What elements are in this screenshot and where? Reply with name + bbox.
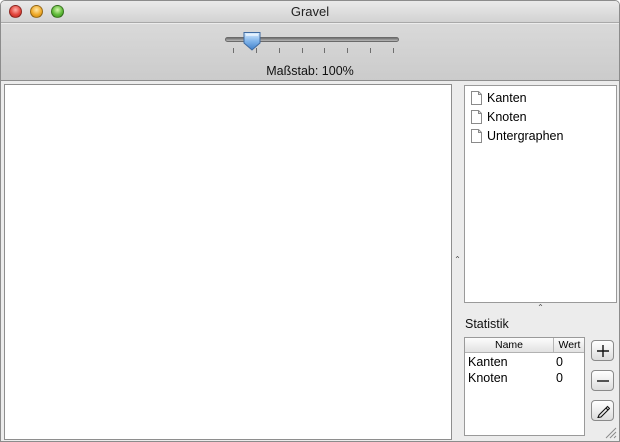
outline-item-label: Kanten	[487, 91, 527, 105]
stats-table: Name Wert Kanten 0 Knoten 0	[464, 337, 585, 436]
main-window: Gravel Maßstab: 100% ⌃ Kanten Knoten Unt…	[0, 0, 620, 442]
splitter-grip-icon: ⌃	[537, 303, 544, 312]
slider-tick	[393, 48, 394, 53]
table-header: Name Wert	[465, 338, 584, 353]
document-icon	[471, 110, 482, 124]
horizontal-splitter[interactable]: ⌃	[464, 303, 617, 313]
slider-tick	[370, 48, 372, 53]
outline-list: Kanten Knoten Untergraphen	[464, 85, 617, 303]
row-name: Kanten	[468, 355, 508, 369]
slider-tick	[278, 48, 280, 53]
window-title: Gravel	[290, 4, 330, 19]
minus-icon	[596, 380, 609, 382]
document-icon	[471, 91, 482, 105]
outline-item-label: Untergraphen	[487, 129, 564, 143]
toolbar: Maßstab: 100%	[1, 24, 619, 81]
column-header-name[interactable]: Name	[465, 338, 554, 352]
scale-slider-knob[interactable]	[242, 31, 262, 51]
resize-grip-icon[interactable]	[605, 427, 617, 439]
outline-item-knoten[interactable]: Knoten	[471, 109, 527, 126]
outline-item-kanten[interactable]: Kanten	[471, 90, 527, 107]
splitter-grip-icon: ⌃	[454, 255, 461, 264]
plus-icon	[596, 345, 609, 357]
outline-item-label: Knoten	[487, 110, 527, 124]
title-bar[interactable]: Gravel	[1, 1, 619, 23]
remove-button[interactable]	[591, 370, 614, 391]
column-header-wert[interactable]: Wert	[555, 338, 584, 352]
table-row[interactable]: Knoten 0	[465, 370, 584, 386]
row-value: 0	[556, 355, 563, 369]
pencil-icon	[596, 405, 610, 418]
row-name: Knoten	[468, 371, 508, 385]
add-button[interactable]	[591, 340, 614, 361]
scale-label: Maßstab: 100%	[266, 64, 354, 78]
outline-item-untergraphen[interactable]: Untergraphen	[471, 128, 563, 145]
slider-tick	[347, 48, 349, 53]
graph-canvas[interactable]	[4, 84, 452, 440]
slider-tick	[301, 48, 303, 53]
edit-button[interactable]	[591, 400, 614, 421]
row-value: 0	[556, 371, 563, 385]
vertical-splitter[interactable]: ⌃	[453, 84, 462, 440]
slider-tick	[324, 48, 326, 53]
slider-tick	[233, 48, 234, 53]
stats-title: Statistik	[465, 317, 509, 331]
document-icon	[471, 129, 482, 143]
table-row[interactable]: Kanten 0	[465, 354, 584, 370]
